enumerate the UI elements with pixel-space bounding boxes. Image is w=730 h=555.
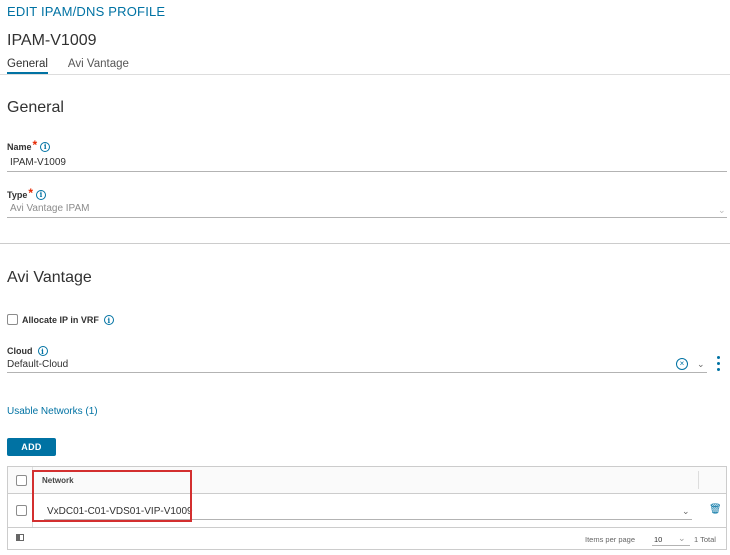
profile-name: IPAM-V1009	[7, 32, 97, 49]
avi-vantage-section-title: Avi Vantage	[7, 269, 92, 286]
total-count: 1 Total	[694, 535, 716, 544]
grid-footer: Items per page 10 ⌄ 1 Total	[8, 528, 726, 549]
tab-bar: General Avi Vantage	[7, 58, 129, 74]
cloud-select[interactable]: Default-Cloud	[7, 359, 68, 370]
chevron-down-icon[interactable]: ⌄	[682, 506, 690, 517]
select-all-checkbox[interactable]	[16, 475, 27, 486]
chevron-down-icon: ⌄	[678, 533, 686, 543]
type-field-underline	[7, 217, 727, 218]
type-label: Type * i	[7, 186, 47, 200]
usable-networks-label: Usable Networks (1)	[7, 406, 98, 417]
page-title: EDIT IPAM/DNS PROFILE	[7, 4, 166, 19]
allocate-ip-label: Allocate IP in VRF i	[22, 315, 114, 325]
info-icon[interactable]: i	[36, 189, 47, 200]
items-per-page-label: Items per page	[585, 535, 636, 544]
info-icon[interactable]: i	[103, 315, 114, 325]
name-label: Name * i	[7, 138, 51, 152]
tabs-divider	[0, 74, 730, 75]
trash-icon[interactable]: 🗑	[709, 504, 722, 515]
tab-general[interactable]: General	[7, 58, 48, 74]
tab-avi-vantage[interactable]: Avi Vantage	[68, 58, 129, 74]
highlight-annotation	[32, 470, 192, 522]
cloud-label: Cloud i	[7, 346, 48, 356]
items-per-page-select[interactable]: 10 ⌄	[652, 532, 690, 546]
row-checkbox[interactable]	[16, 505, 27, 516]
allocate-ip-checkbox[interactable]	[7, 314, 18, 325]
chevron-down-icon[interactable]: ⌄	[697, 359, 705, 370]
info-icon[interactable]: i	[37, 346, 48, 356]
cloud-field-underline	[7, 372, 707, 373]
vertical-ellipsis-icon[interactable]	[717, 356, 720, 372]
name-field-underline	[7, 171, 727, 172]
chevron-down-icon: ⌄	[718, 205, 726, 215]
info-icon[interactable]: i	[40, 141, 51, 152]
general-section-title: General	[7, 99, 64, 116]
column-toggle-icon[interactable]	[16, 534, 24, 541]
column-divider	[698, 471, 699, 489]
name-field[interactable]: IPAM-V1009	[10, 157, 66, 168]
section-divider	[0, 243, 730, 244]
add-button[interactable]: ADD	[7, 438, 56, 456]
required-marker: *	[28, 186, 34, 200]
required-marker: *	[32, 138, 38, 152]
clear-circle-icon[interactable]: ×	[676, 358, 688, 370]
type-select: Avi Vantage IPAM	[10, 203, 90, 214]
